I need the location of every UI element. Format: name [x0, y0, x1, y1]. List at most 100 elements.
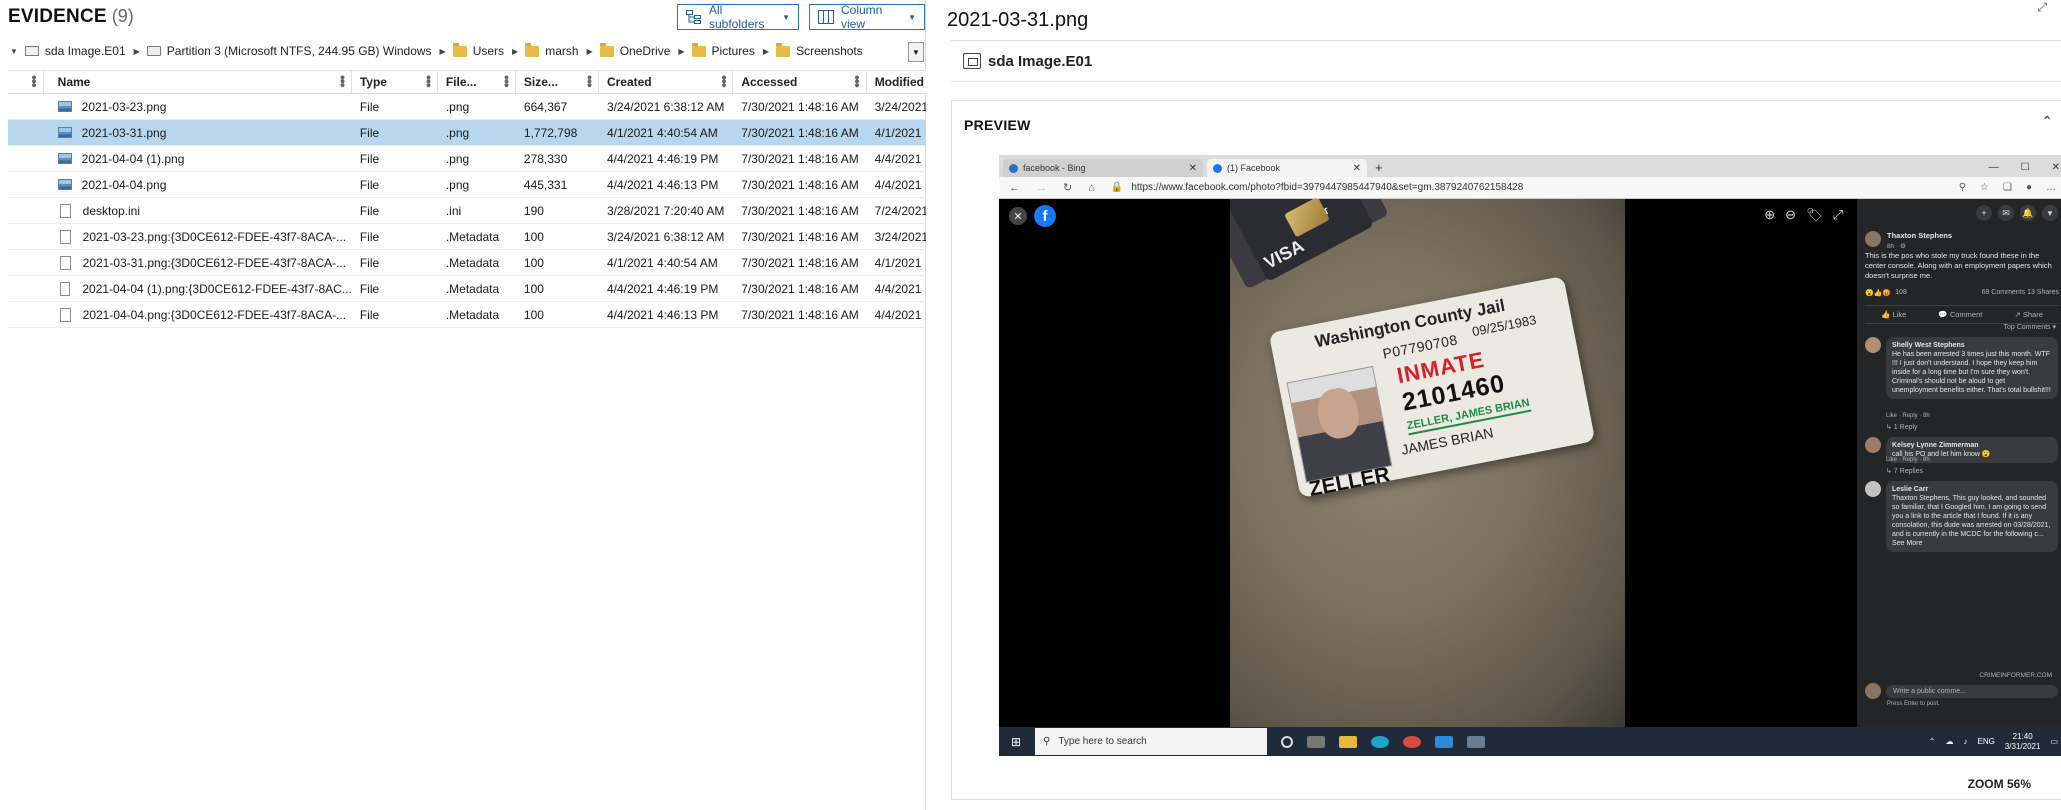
table-row[interactable]: 2021-04-04.png File .png 445,331 4/4/2021 4:… — [8, 172, 926, 198]
file-name: 2021-04-04 (1).png:{3D0CE612-FDEE-43f7-8… — [82, 281, 352, 296]
minimize-icon: — — [1988, 162, 1999, 173]
facebook-icon — [1213, 163, 1222, 173]
column-header-name[interactable]: Name ••• — [44, 71, 352, 93]
folder-icon — [776, 42, 791, 57]
column-menu-icon[interactable]: ••• — [850, 75, 866, 87]
cell-accessed: 7/30/2021 1:48:16 AM — [741, 99, 859, 114]
windows-start-icon: ⊞ — [1010, 734, 1022, 749]
column-header-type[interactable]: Type ••• — [352, 71, 438, 93]
taskbar-search-text: Type here to search — [1058, 736, 1147, 747]
breadcrumb-label: Screenshots — [796, 44, 863, 58]
chevron-down-icon: ▼ — [908, 12, 916, 22]
browser-tab-facebook: (1) Facebook ✕ — [1207, 159, 1367, 177]
breadcrumb-label: OneDrive — [619, 44, 671, 58]
file-list-grid: ••• Name ••• Type ••• File... ••• Size... ••… — [8, 70, 926, 328]
source-label: sda Image.E01 — [988, 52, 1093, 70]
image-file-icon — [57, 101, 72, 112]
comment-author: Kelsey Lynne Zimmerman — [1892, 442, 1979, 449]
forward-icon: → — [1036, 181, 1047, 194]
chevron-right-icon[interactable]: ▶ — [763, 47, 769, 56]
breadcrumb-dropdown-button[interactable]: ▼ — [908, 42, 924, 62]
mail-icon — [1435, 735, 1453, 748]
column-menu-icon[interactable]: ••• — [335, 75, 351, 87]
column-options-button[interactable]: ••• — [8, 71, 44, 93]
facebook-photo-viewer: ✕ f ⊕ ⊖ 🏷 ⤢ VISA DEBIT Washingt — [999, 199, 1857, 727]
breadcrumb-item[interactable]: OneDrive — [599, 42, 671, 58]
fullscreen-icon: ⤢ — [1832, 207, 1843, 222]
browser-tab-bing: facebook - Bing ✕ — [1003, 159, 1203, 177]
profile-icon: ● — [2025, 182, 2032, 193]
column-menu-icon[interactable]: ••• — [582, 75, 598, 87]
column-menu-icon[interactable]: ••• — [421, 75, 437, 87]
table-row[interactable]: 2021-04-04.png:{3D0CE612-FDEE-43f7-8ACA-… — [8, 302, 926, 328]
breadcrumb-item[interactable]: Partition 3 (Microsoft NTFS, 244.95 GB) … — [146, 44, 432, 58]
chevron-right-icon[interactable]: ▶ — [134, 47, 140, 56]
comment-bubble: Leslie Carr Thaxton Stephens, This guy l… — [1886, 481, 2058, 552]
clock-time: 21:40 — [2012, 731, 2033, 741]
pin-icon[interactable]: ⤢ — [2037, 0, 2047, 15]
column-menu-icon[interactable]: ••• — [716, 75, 732, 87]
breadcrumb-item[interactable]: Screenshots — [776, 42, 863, 58]
table-row[interactable]: 2021-04-04 (1).png:{3D0CE612-FDEE-43f7-8… — [8, 276, 926, 302]
folder-icon — [452, 42, 467, 57]
cell-type: File — [359, 177, 380, 192]
image-file-icon — [57, 179, 72, 190]
column-header-modified[interactable]: Modified — [867, 71, 926, 93]
column-menu-icon[interactable]: ••• — [499, 75, 515, 87]
column-header-accessed[interactable]: Accessed ••• — [733, 71, 867, 93]
language-indicator: ENG — [1977, 737, 1995, 746]
collapse-icon[interactable]: ⌃ — [2041, 113, 2053, 130]
expand-arrow-icon[interactable]: ▼ — [10, 47, 18, 56]
messenger-icon: ✉ — [1998, 205, 2014, 221]
avatar — [1865, 337, 1881, 353]
breadcrumb-item[interactable]: Users — [452, 42, 504, 58]
breadcrumb-label: sda Image.E01 — [44, 44, 126, 58]
cell-accessed: 7/30/2021 1:48:16 AM — [741, 229, 859, 244]
column-view-button[interactable]: Column view ▼ — [809, 3, 925, 31]
notifications-icon: 🔔 — [2020, 205, 2036, 221]
chevron-right-icon[interactable]: ▶ — [587, 47, 593, 56]
chevron-right-icon[interactable]: ▶ — [440, 47, 446, 56]
column-header-extension[interactable]: File... ••• — [438, 71, 516, 93]
column-header-label: File... — [445, 75, 477, 89]
all-subfolders-button[interactable]: All subfolders ▼ — [677, 3, 799, 31]
column-header-created[interactable]: Created ••• — [599, 71, 734, 93]
breadcrumb-item[interactable]: marsh — [525, 42, 579, 58]
tray-arrow-icon: ⌃ — [1928, 737, 1936, 746]
preview-image[interactable]: facebook - Bing ✕ (1) Facebook ✕ + — ☐ ✕… — [999, 155, 2061, 756]
column-view-label: Column view — [841, 3, 883, 31]
clock: 21:40 3/31/2021 — [2005, 732, 2041, 752]
image-file-icon — [57, 153, 72, 164]
breadcrumb-item[interactable]: sda Image.E01 — [24, 44, 126, 58]
cell-type: File — [359, 125, 380, 140]
browser-address-bar: ← → ↻ ⌂ 🔒 https://www.facebook.com/photo… — [999, 177, 2061, 199]
table-row[interactable]: 2021-03-31.png:{3D0CE612-FDEE-43f7-8ACA-… — [8, 250, 926, 276]
chevron-right-icon[interactable]: ▶ — [678, 47, 684, 56]
table-row[interactable]: desktop.ini File .ini 190 3/28/2021 7:20:40 … — [8, 198, 926, 224]
zoom-icon: ⚲ — [1958, 182, 1967, 193]
table-row[interactable]: 2021-03-23.png File .png 664,367 3/24/2021 6… — [8, 94, 926, 120]
inmate-id-card: Washington County Jail P07790708 09/25/1… — [1268, 275, 1596, 501]
document-icon — [59, 307, 71, 322]
table-row[interactable]: 2021-04-04 (1).png File .png 278,330 4/4/202… — [8, 146, 926, 172]
comment: Leslie Carr Thaxton Stephens, This guy l… — [1865, 481, 2059, 552]
disk-image-icon — [963, 53, 981, 69]
file-name: 2021-04-04 (1).png — [81, 151, 185, 166]
browser-tab-bar: facebook - Bing ✕ (1) Facebook ✕ + — ☐ ✕ — [999, 155, 2061, 177]
share-action: ↗ Share — [2014, 310, 2043, 319]
cell-name: 2021-04-04.png — [44, 178, 352, 192]
source-row[interactable]: sda Image.E01 — [951, 40, 2061, 82]
reaction-count: 108 — [1895, 289, 1907, 296]
more-icon: … — [2046, 182, 2056, 193]
breadcrumb-item[interactable]: Pictures — [691, 42, 755, 58]
table-row[interactable]: 2021-03-31.png File .png 1,772,798 4/1/2021 … — [8, 120, 926, 146]
table-row[interactable]: 2021-03-23.png:{3D0CE612-FDEE-43f7-8ACA-… — [8, 224, 926, 250]
column-header-size[interactable]: Size... ••• — [516, 71, 599, 93]
chevron-right-icon[interactable]: ▶ — [512, 47, 518, 56]
cell-accessed: 7/30/2021 1:48:16 AM — [741, 307, 859, 322]
grid-body: 2021-03-23.png File .png 664,367 3/24/2021 6… — [8, 94, 926, 328]
avatar — [1865, 437, 1881, 453]
tab-label: facebook - Bing — [1023, 163, 1086, 173]
cell-size: 664,367 — [523, 99, 568, 114]
cell-size: 445,331 — [523, 177, 568, 192]
